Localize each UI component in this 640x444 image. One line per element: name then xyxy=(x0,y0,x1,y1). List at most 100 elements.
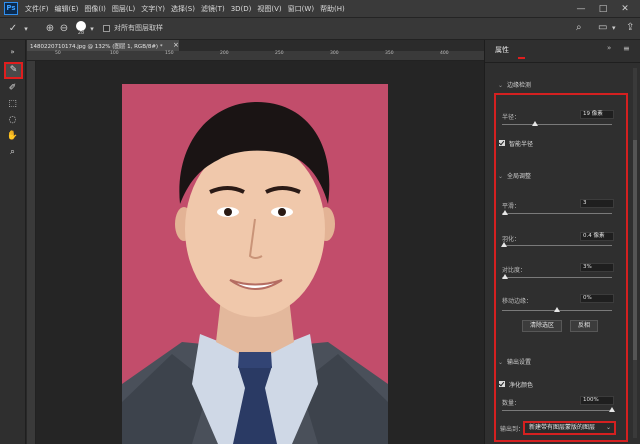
collapse-tools-icon[interactable]: » xyxy=(5,46,20,59)
ruler-tick-label: 50 xyxy=(55,51,61,56)
chevron-down-icon: ⌄ xyxy=(498,359,504,366)
feather-slider-thumb[interactable] xyxy=(501,242,508,247)
menu-item[interactable]: 编辑(E) xyxy=(55,0,79,18)
portrait-photo[interactable] xyxy=(122,84,388,444)
brush-tool-icon[interactable]: ✐ xyxy=(5,82,20,95)
amount-slider[interactable] xyxy=(502,410,612,411)
panel-menu-icon[interactable]: ≡ xyxy=(623,44,630,53)
sample-all-layers-checkbox[interactable] xyxy=(103,25,110,32)
ruler-tick-label: 100 xyxy=(110,51,119,56)
shift-edge-label: 移动边缘： xyxy=(502,298,533,305)
invert-button[interactable]: 反相 xyxy=(570,320,598,332)
amount-label: 数量： xyxy=(502,400,521,407)
output-to-label: 输出到： xyxy=(500,426,525,433)
workspace-dropdown-icon[interactable]: ▾ xyxy=(612,24,616,32)
output-settings-heading: 输出设置 xyxy=(507,359,532,366)
portrait-image xyxy=(122,84,388,444)
menu-item[interactable]: 帮助(H) xyxy=(320,0,345,18)
horizontal-ruler: 50 100 150 200 250 300 350 400 xyxy=(27,51,484,61)
contrast-slider[interactable] xyxy=(502,277,612,278)
options-bar: ✓ ▾ ⊕ ⊖ 28 ▾ 对所有图层取样 xyxy=(0,18,640,40)
smooth-slider[interactable] xyxy=(502,213,612,214)
decontaminate-colors-label: 净化颜色 xyxy=(509,382,534,389)
maximize-button[interactable]: □ xyxy=(594,0,612,18)
menu-item[interactable]: 3D(D) xyxy=(231,0,252,18)
subtract-from-selection-icon[interactable]: ⊖ xyxy=(58,22,70,36)
close-window-button[interactable]: ✕ xyxy=(616,0,634,18)
ruler-tick-label: 350 xyxy=(385,51,394,56)
vertical-ruler xyxy=(27,61,36,444)
chevron-down-icon: ⌄ xyxy=(605,424,611,431)
global-refine-heading: 全局调整 xyxy=(507,173,532,180)
search-icon[interactable]: ⌕ xyxy=(576,22,582,33)
quick-selection-tool-icon[interactable]: ✓ xyxy=(6,22,20,36)
object-selection-tool-icon[interactable]: ⬚ xyxy=(5,98,20,111)
workspace-icon[interactable]: ▭ xyxy=(598,22,607,33)
minimize-button[interactable]: — xyxy=(572,0,590,18)
menu-bar: Ps 文件(F) 编辑(E) 图像(I) 图层(L) 文字(Y) 选择(S) 滤镜(T) 3D… xyxy=(0,0,640,18)
document-tab-title: 14802207101​74.jpg @ 132% (图层 1, RGB/8#)… xyxy=(30,44,163,50)
refine-radius-tool-icon[interactable]: ✎ xyxy=(4,62,23,79)
smooth-slider-thumb[interactable] xyxy=(502,210,509,215)
ruler-tick-label: 150 xyxy=(165,51,174,56)
smart-radius-checkbox[interactable] xyxy=(499,140,505,146)
tools-panel: » ✎ ✐ ⬚ ◌ ✋ ⌕ xyxy=(0,40,26,444)
panel-scroll-thumb[interactable] xyxy=(633,140,637,360)
ruler-tick-label: 300 xyxy=(330,51,339,56)
properties-tab-indicator xyxy=(518,57,525,59)
menu-item[interactable]: 文件(F) xyxy=(25,0,49,18)
global-refine-section[interactable]: ⌄ 全局调整 xyxy=(498,171,531,180)
amount-slider-thumb[interactable] xyxy=(609,407,615,412)
zoom-tool-icon[interactable]: ⌕ xyxy=(5,146,20,159)
radius-slider-thumb[interactable] xyxy=(532,121,538,126)
panel-collapse-icon[interactable]: » xyxy=(607,44,611,52)
radius-field[interactable]: 19 像素 xyxy=(580,110,614,119)
smooth-label: 平滑： xyxy=(502,203,521,210)
hand-tool-icon[interactable]: ✋ xyxy=(5,130,20,143)
edge-detection-section[interactable]: ⌄ 边缘检测 xyxy=(498,80,531,89)
clear-selection-button[interactable]: 清除选区 xyxy=(522,320,562,332)
photoshop-logo-icon: Ps xyxy=(4,2,18,15)
smart-radius-label: 智能半径 xyxy=(509,141,534,148)
ruler-tick-label: 200 xyxy=(220,51,229,56)
smooth-field[interactable]: 3 xyxy=(580,199,614,208)
contrast-slider-thumb[interactable] xyxy=(502,274,509,279)
tab-strip xyxy=(179,40,484,51)
menu-item[interactable]: 图像(I) xyxy=(84,0,106,18)
ruler-tick-label: 400 xyxy=(440,51,449,56)
menu-item[interactable]: 视图(V) xyxy=(257,0,281,18)
share-icon[interactable]: ⇪ xyxy=(626,22,634,33)
menu-item[interactable]: 选择(S) xyxy=(171,0,195,18)
lasso-tool-icon[interactable]: ◌ xyxy=(5,114,20,127)
menu-item[interactable]: 文字(Y) xyxy=(141,0,165,18)
panel-separator xyxy=(485,62,640,63)
close-document-icon[interactable]: × xyxy=(173,41,179,49)
ruler-tick-label: 250 xyxy=(275,51,284,56)
feather-field[interactable]: 0.4 像素 xyxy=(580,232,614,241)
decontaminate-colors-checkbox[interactable] xyxy=(499,381,505,387)
amount-field[interactable]: 100% xyxy=(580,396,614,405)
output-settings-section[interactable]: ⌄ 输出设置 xyxy=(498,357,531,366)
output-to-select[interactable]: 新建带有图层蒙版的图层 ⌄ xyxy=(523,421,616,435)
menu-list: 文件(F) 编辑(E) 图像(I) 图层(L) 文字(Y) 选择(S) 滤镜(T) 3D(D)… xyxy=(25,0,351,18)
edge-detection-heading: 边缘检测 xyxy=(507,82,532,89)
contrast-label: 对比度： xyxy=(502,267,527,274)
sample-all-layers-label: 对所有图层取样 xyxy=(114,24,163,32)
chevron-down-icon: ⌄ xyxy=(498,82,504,89)
shift-edge-slider-thumb[interactable] xyxy=(554,307,560,312)
chevron-down-icon: ⌄ xyxy=(498,173,504,180)
output-to-value: 新建带有图层蒙版的图层 xyxy=(529,424,596,431)
properties-tab[interactable]: 属性 xyxy=(495,45,509,55)
document-tab[interactable]: 14802207101​74.jpg @ 132% (图层 1, RGB/8#)… xyxy=(27,40,179,51)
menu-item[interactable]: 滤镜(T) xyxy=(201,0,225,18)
menu-item[interactable]: 图层(L) xyxy=(112,0,135,18)
contrast-field[interactable]: 3% xyxy=(580,263,614,272)
menu-item[interactable]: 窗口(W) xyxy=(288,0,314,18)
brush-dropdown-icon[interactable]: ▾ xyxy=(88,22,96,36)
shift-edge-field[interactable]: 0% xyxy=(580,294,614,303)
radius-slider[interactable] xyxy=(502,124,612,125)
tool-preset-dropdown-icon[interactable]: ▾ xyxy=(22,22,30,36)
add-to-selection-icon[interactable]: ⊕ xyxy=(44,22,56,36)
radius-label: 半径： xyxy=(502,114,521,121)
feather-slider[interactable] xyxy=(502,245,612,246)
